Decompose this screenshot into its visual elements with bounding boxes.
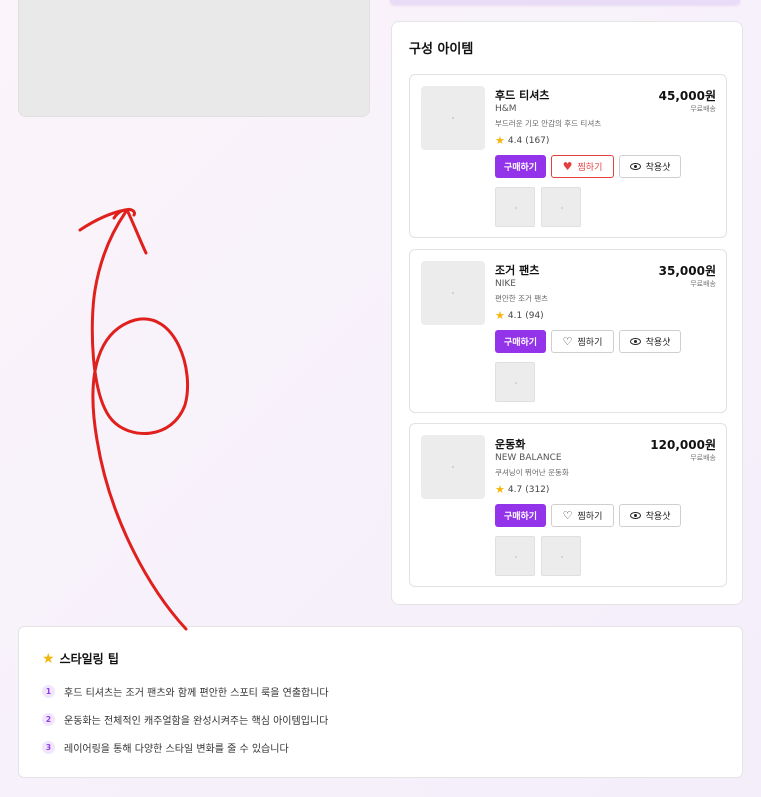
eye-icon [629,163,641,170]
item-actions: 구매하기 ♡ 찜하기 착용샷 [495,330,681,353]
item-brand: H&M [495,104,517,114]
try-on-images [495,187,581,227]
wishlist-button[interactable]: ♡ 찜하기 [551,504,614,527]
item-description: 부드러운 기모 안감의 후드 티셔츠 [495,119,602,128]
item-description: 쿠셔닝이 뛰어난 운동화 [495,468,569,477]
item-card-sneakers: 운동화 NEW BALANCE 쿠셔닝이 뛰어난 운동화 120,000원 무료… [409,423,727,587]
star-icon: ★ [495,309,505,322]
item-actions: 구매하기 ♡ 찜하기 착용샷 [495,504,681,527]
eye-icon [629,512,641,519]
item-name: 조거 팬츠 [495,264,540,277]
try-on-label: 착용샷 [645,338,671,348]
tip-number: 2 [42,713,55,726]
rating-value: 4.7 [507,484,523,495]
heart-outline-icon: ♡ [562,509,573,522]
tip-text: 레이어링을 통해 다양한 스타일 변화를 줄 수 있습니다 [64,744,289,755]
try-on-button[interactable]: 착용샷 [619,330,681,353]
tip-number: 1 [42,685,55,698]
wishlist-label: 찜하기 [577,163,603,173]
wishlist-button[interactable]: ♡ 찜하기 [551,330,614,353]
item-actions: 구매하기 ♥ 찜하기 착용샷 [495,155,681,178]
tip-item: 3 레이어링을 통해 다양한 스타일 변화를 줄 수 있습니다 [42,740,289,755]
item-card-jogger: 조거 팬츠 NIKE 편안한 조거 팬츠 35,000원 무료배송 ★ 4.1 … [409,249,727,413]
star-icon: ★ [495,483,505,496]
top-card-edge [390,0,740,4]
rating-value: 4.1 [507,310,523,321]
review-count: (94) [525,310,544,321]
tips-title-text: 스타일링 팁 [59,652,119,666]
tip-text: 운동화는 전체적인 캐주얼함을 완성시켜주는 핵심 아이템입니다 [64,716,329,727]
item-name: 운동화 [495,438,526,451]
try-on-thumbnail[interactable] [495,187,535,227]
item-price: 45,000원 [658,89,716,103]
wishlist-label: 찜하기 [577,338,603,348]
item-rating: ★ 4.1 (94) [495,310,544,321]
item-brand: NEW BALANCE [495,453,562,463]
wishlist-label: 찜하기 [577,512,603,522]
sparkle-star-icon: ★ [42,650,55,667]
item-shipping: 무료배송 [690,280,716,288]
buy-button[interactable]: 구매하기 [495,504,546,527]
tip-number: 3 [42,741,55,754]
item-shipping: 무료배송 [690,454,716,462]
buy-button[interactable]: 구매하기 [495,155,546,178]
item-card-hoodie: 후드 티셔츠 H&M 부드러운 기모 안감의 후드 티셔츠 45,000원 무료… [409,74,727,238]
outfit-main-image [18,0,370,117]
item-rating: ★ 4.4 (167) [495,135,549,146]
review-count: (312) [525,484,550,495]
item-thumbnail[interactable] [421,435,485,499]
try-on-images [495,362,535,402]
tips-title: ★ 스타일링 팁 [42,650,119,667]
try-on-images [495,536,581,576]
panel-title: 구성 아이템 [409,42,474,57]
eye-icon [629,338,641,345]
item-thumbnail[interactable] [421,261,485,325]
items-panel: 구성 아이템 후드 티셔츠 H&M 부드러운 기모 안감의 후드 티셔츠 45,… [391,21,743,605]
try-on-thumbnail[interactable] [541,536,581,576]
tip-item: 1 후드 티셔츠는 조거 팬츠와 함께 편안한 스포티 룩을 연출합니다 [42,684,329,699]
item-thumbnail[interactable] [421,86,485,150]
try-on-thumbnail[interactable] [495,536,535,576]
rating-value: 4.4 [507,135,523,146]
star-icon: ★ [495,134,505,147]
try-on-button[interactable]: 착용샷 [619,155,681,178]
item-shipping: 무료배송 [690,105,716,113]
try-on-label: 착용샷 [645,163,671,173]
item-price: 120,000원 [650,438,716,452]
wishlist-button[interactable]: ♥ 찜하기 [551,155,614,178]
item-brand: NIKE [495,279,516,289]
try-on-thumbnail[interactable] [541,187,581,227]
tip-item: 2 운동화는 전체적인 캐주얼함을 완성시켜주는 핵심 아이템입니다 [42,712,328,727]
heart-icon: ♥ [562,160,573,173]
buy-button[interactable]: 구매하기 [495,330,546,353]
item-description: 편안한 조거 팬츠 [495,294,549,303]
heart-outline-icon: ♡ [562,335,573,348]
item-name: 후드 티셔츠 [495,89,550,102]
try-on-label: 착용샷 [645,512,671,522]
try-on-button[interactable]: 착용샷 [619,504,681,527]
review-count: (167) [525,135,550,146]
item-price: 35,000원 [658,264,716,278]
styling-tips-panel: ★ 스타일링 팁 1 후드 티셔츠는 조거 팬츠와 함께 편안한 스포티 룩을 … [18,626,743,778]
tip-text: 후드 티셔츠는 조거 팬츠와 함께 편안한 스포티 룩을 연출합니다 [64,688,329,699]
item-rating: ★ 4.7 (312) [495,484,549,495]
try-on-thumbnail[interactable] [495,362,535,402]
